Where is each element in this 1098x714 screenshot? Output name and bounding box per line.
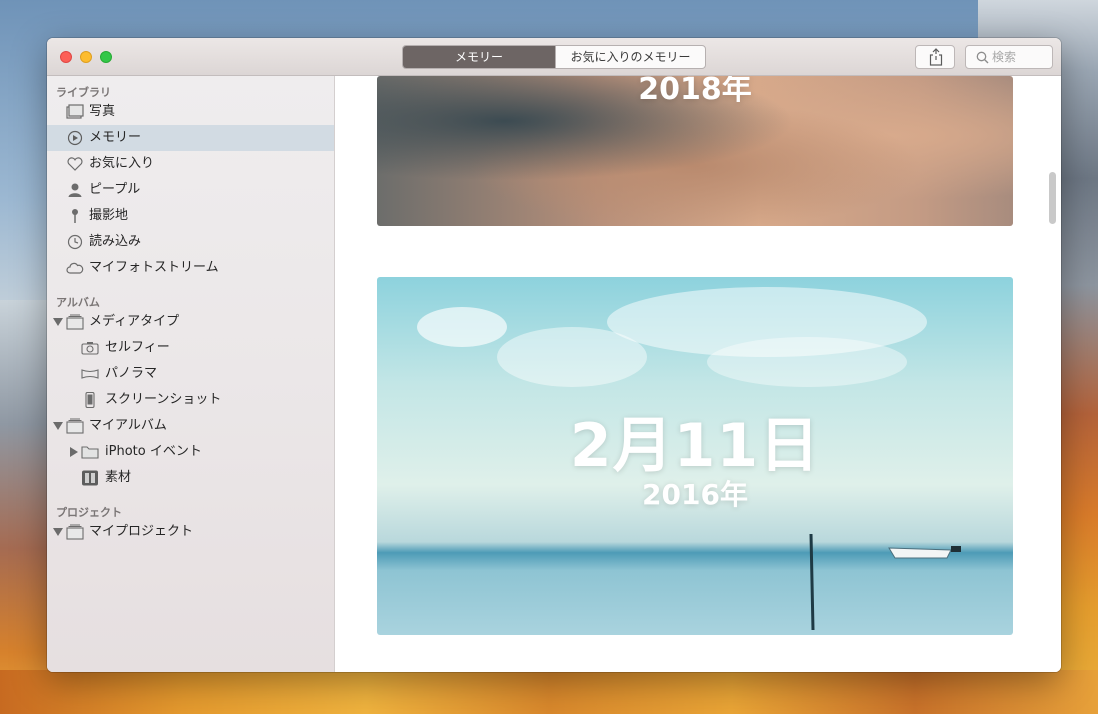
sidebar-item-people[interactable]: ピープル	[47, 177, 334, 203]
memory-year: 2018年	[638, 76, 752, 107]
share-button[interactable]	[915, 45, 955, 69]
sidebar-item-iphoto-events[interactable]: iPhoto イベント	[47, 439, 334, 465]
section-albums: アルバム	[56, 296, 100, 309]
memory-year: 2016年	[642, 478, 748, 511]
sidebar-item-label: メモリー	[89, 130, 142, 145]
sidebar-item-my-projects[interactable]: マイプロジェクト	[47, 519, 334, 545]
sidebar-item-media-types[interactable]: メディアタイプ	[47, 309, 334, 335]
sidebar-item-photo-stream[interactable]: マイフォトストリーム	[47, 255, 334, 281]
sidebar-item-places[interactable]: 撮影地	[47, 203, 334, 229]
pole-icon	[809, 533, 815, 631]
sidebar-item-favorites[interactable]: お気に入り	[47, 151, 334, 177]
cloud-shape	[417, 307, 507, 347]
sidebar-item-panoramas[interactable]: パノラマ	[47, 361, 334, 387]
search-field[interactable]: 検索	[965, 45, 1053, 69]
album-stack-icon	[66, 418, 84, 434]
photos-window: メモリー お気に入りのメモリー 検索 ライブラリ 写真 メモリー お気に入り ピ…	[47, 38, 1061, 672]
search-placeholder: 検索	[992, 50, 1017, 64]
sidebar-item-label: セルフィー	[105, 340, 170, 355]
cloud-shape	[707, 337, 907, 387]
section-projects: プロジェクト	[56, 506, 122, 519]
sidebar-item-label: 撮影地	[89, 208, 129, 223]
memory-card[interactable]: 2月11日 2016年	[377, 277, 1013, 635]
sidebar-item-label: 写真	[89, 104, 116, 119]
sidebar-item-label: お気に入り	[89, 156, 155, 171]
sidebar-item-memories[interactable]: メモリー	[47, 125, 334, 151]
sidebar-item-label: 読み込み	[89, 234, 142, 249]
titlebar: メモリー お気に入りのメモリー 検索	[47, 38, 1061, 76]
sidebar-item-materials[interactable]: 素材	[47, 465, 334, 491]
segment-favorite-memories[interactable]: お気に入りのメモリー	[555, 46, 705, 68]
photos-icon	[66, 104, 84, 119]
sidebar-item-label: マイプロジェクト	[89, 524, 194, 539]
sidebar-item-label: マイアルバム	[89, 418, 167, 433]
zoom-window-button[interactable]	[100, 51, 112, 63]
disclosure-triangle-icon[interactable]	[70, 447, 78, 457]
desktop-autumn-trees	[0, 670, 1098, 714]
album-stack-icon	[66, 524, 84, 540]
section-library: ライブラリ	[56, 86, 111, 99]
sidebar-item-selfies[interactable]: セルフィー	[47, 335, 334, 361]
sidebar-item-imports[interactable]: 読み込み	[47, 229, 334, 255]
phone-icon	[85, 392, 95, 408]
memories-content: 2018年 2月11日 2016年	[335, 76, 1061, 672]
sidebar-item-my-albums[interactable]: マイアルバム	[47, 413, 334, 439]
sidebar-item-label: パノラマ	[105, 366, 158, 381]
clock-icon	[67, 234, 83, 250]
sidebar-item-photos[interactable]: 写真	[47, 99, 334, 125]
album-stack-icon	[66, 314, 84, 330]
sidebar-item-label: 素材	[105, 470, 132, 485]
memory-card[interactable]: 2018年	[377, 76, 1013, 226]
memories-icon	[67, 130, 83, 146]
disclosure-triangle-icon[interactable]	[53, 528, 63, 536]
pin-icon	[72, 209, 78, 223]
close-window-button[interactable]	[60, 51, 72, 63]
sidebar-item-label: ピープル	[89, 182, 141, 197]
share-icon	[929, 48, 943, 66]
cloud-icon	[66, 262, 84, 274]
minimize-window-button[interactable]	[80, 51, 92, 63]
person-icon	[68, 183, 82, 197]
disclosure-triangle-icon[interactable]	[53, 422, 63, 430]
sidebar-item-label: スクリーンショット	[105, 392, 222, 407]
segment-memories[interactable]: メモリー	[403, 46, 555, 68]
memory-title: 2月11日	[569, 411, 821, 481]
search-icon	[976, 51, 989, 64]
sidebar-item-screenshots[interactable]: スクリーンショット	[47, 387, 334, 413]
panorama-icon	[81, 369, 99, 379]
sidebar-item-label: iPhoto イベント	[105, 444, 202, 459]
heart-icon	[67, 157, 83, 171]
sidebar-item-label: マイフォトストリーム	[89, 260, 219, 275]
disclosure-triangle-icon[interactable]	[53, 318, 63, 326]
sidebar: ライブラリ 写真 メモリー お気に入り ピープル 撮影地 読み込み マイフォトス…	[47, 76, 335, 672]
camera-icon	[81, 342, 99, 355]
folder-icon	[81, 446, 99, 459]
vertical-scrollbar[interactable]	[1049, 172, 1056, 224]
sidebar-item-label: メディアタイプ	[89, 314, 180, 329]
memories-segmented-control: メモリー お気に入りのメモリー	[402, 45, 706, 69]
boat-icon	[888, 546, 961, 559]
album-thumb-icon	[82, 470, 98, 486]
